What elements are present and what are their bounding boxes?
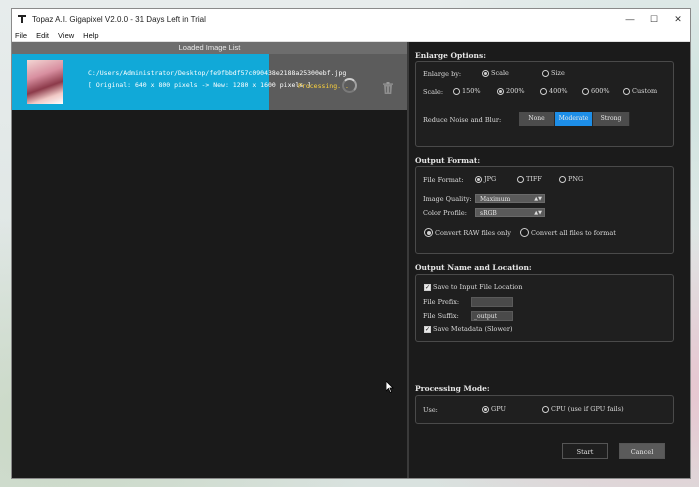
app-window: Topaz A.I. Gigapixel V2.0.0 - 31 Days Le… xyxy=(11,8,691,479)
mouse-cursor-icon xyxy=(385,378,394,394)
scale-600-radio[interactable]: 600% xyxy=(582,87,610,95)
menu-help[interactable]: Help xyxy=(83,31,98,40)
scale-400-radio[interactable]: 400% xyxy=(540,87,568,95)
enlarge-by-size-radio[interactable]: Size xyxy=(542,69,565,77)
image-quality-label: Image Quality: xyxy=(423,195,472,203)
menu-bar: File Edit View Help xyxy=(12,29,690,42)
settings-panel: Enlarge Options: Enlarge by: Scale Size … xyxy=(409,42,690,478)
image-thumbnail xyxy=(27,60,63,104)
format-png-radio[interactable]: PNG xyxy=(559,175,583,183)
output-name-group: ✓ Save to Input File Location File Prefix… xyxy=(415,274,674,342)
minimize-button[interactable]: — xyxy=(618,9,642,29)
enlarge-by-label: Enlarge by: xyxy=(423,70,462,78)
chevron-updown-icon: ▲▼ xyxy=(534,196,542,202)
noise-none-button[interactable]: None xyxy=(519,112,555,126)
noise-segmented-control: None Moderate Strong xyxy=(519,112,630,126)
output-name-title: Output Name and Location: xyxy=(415,263,532,272)
checkmark-icon: ✓ xyxy=(424,325,431,333)
menu-view[interactable]: View xyxy=(58,31,74,40)
maximize-button[interactable]: ☐ xyxy=(642,9,666,29)
use-label: Use: xyxy=(423,406,438,414)
loading-spinner-icon xyxy=(342,78,357,93)
file-suffix-label: File Suffix: xyxy=(423,312,459,320)
start-button[interactable]: Start xyxy=(562,443,608,459)
checkmark-icon: ✓ xyxy=(424,283,431,291)
item-size-info: [ Original: 640 x 800 pixels -> New: 128… xyxy=(88,81,312,89)
file-prefix-input[interactable] xyxy=(471,297,513,307)
output-format-group: File Format: JPG TIFF PNG Image Quality:… xyxy=(415,166,674,254)
noise-moderate-button[interactable]: Moderate xyxy=(555,112,593,126)
save-metadata-checkbox[interactable]: ✓ Save Metadata (Slower) xyxy=(424,325,513,333)
chevron-updown-icon: ▲▼ xyxy=(534,210,542,216)
image-list-header: Loaded Image List xyxy=(12,42,407,54)
format-tiff-radio[interactable]: TIFF xyxy=(517,175,542,183)
close-button[interactable]: ✕ xyxy=(666,9,690,29)
file-prefix-label: File Prefix: xyxy=(423,298,460,306)
color-profile-select[interactable]: sRGB ▲▼ xyxy=(475,208,545,217)
convert-raw-only-radio[interactable]: Convert RAW files only xyxy=(424,228,511,237)
file-suffix-input[interactable]: _output xyxy=(471,311,513,321)
file-format-label: File Format: xyxy=(423,176,464,184)
menu-file[interactable]: File xyxy=(15,31,27,40)
trash-icon[interactable] xyxy=(383,79,393,94)
processing-mode-group: Use: GPU CPU (use if GPU fails) xyxy=(415,395,674,424)
cancel-button[interactable]: Cancel xyxy=(619,443,665,459)
output-format-title: Output Format: xyxy=(415,156,481,165)
noise-strong-button[interactable]: Strong xyxy=(593,112,630,126)
image-list-panel: Loaded Image List C:/Users/Administrator… xyxy=(12,42,407,478)
color-profile-label: Color Profile: xyxy=(423,209,467,217)
window-title: Topaz A.I. Gigapixel V2.0.0 - 31 Days Le… xyxy=(32,14,206,24)
item-path: C:/Users/Administrator/Desktop/fe9fbbdf5… xyxy=(88,69,347,77)
menu-edit[interactable]: Edit xyxy=(36,31,49,40)
cpu-radio[interactable]: CPU (use if GPU fails) xyxy=(542,405,624,413)
gpu-radio[interactable]: GPU xyxy=(482,405,506,413)
scale-200-radio[interactable]: 200% xyxy=(497,87,525,95)
format-jpg-radio[interactable]: JPG xyxy=(475,175,496,183)
app-icon xyxy=(16,14,27,25)
scale-150-radio[interactable]: 150% xyxy=(453,87,481,95)
list-item[interactable]: C:/Users/Administrator/Desktop/fe9fbbdf5… xyxy=(12,54,407,110)
processing-mode-title: Processing Mode: xyxy=(415,384,490,393)
noise-label: Reduce Noise and Blur: xyxy=(423,116,502,124)
enlarge-options-title: Enlarge Options: xyxy=(415,51,486,60)
convert-all-radio[interactable]: Convert all files to format xyxy=(520,228,616,237)
enlarge-options-group: Enlarge by: Scale Size Scale: 150% 200% … xyxy=(415,61,674,147)
image-quality-select[interactable]: Maximum ▲▼ xyxy=(475,194,545,203)
title-bar[interactable]: Topaz A.I. Gigapixel V2.0.0 - 31 Days Le… xyxy=(12,9,690,29)
save-to-input-checkbox[interactable]: ✓ Save to Input File Location xyxy=(424,283,522,291)
scale-custom-radio[interactable]: Custom xyxy=(623,87,657,95)
scale-label: Scale: xyxy=(423,88,444,96)
enlarge-by-scale-radio[interactable]: Scale xyxy=(482,69,509,77)
